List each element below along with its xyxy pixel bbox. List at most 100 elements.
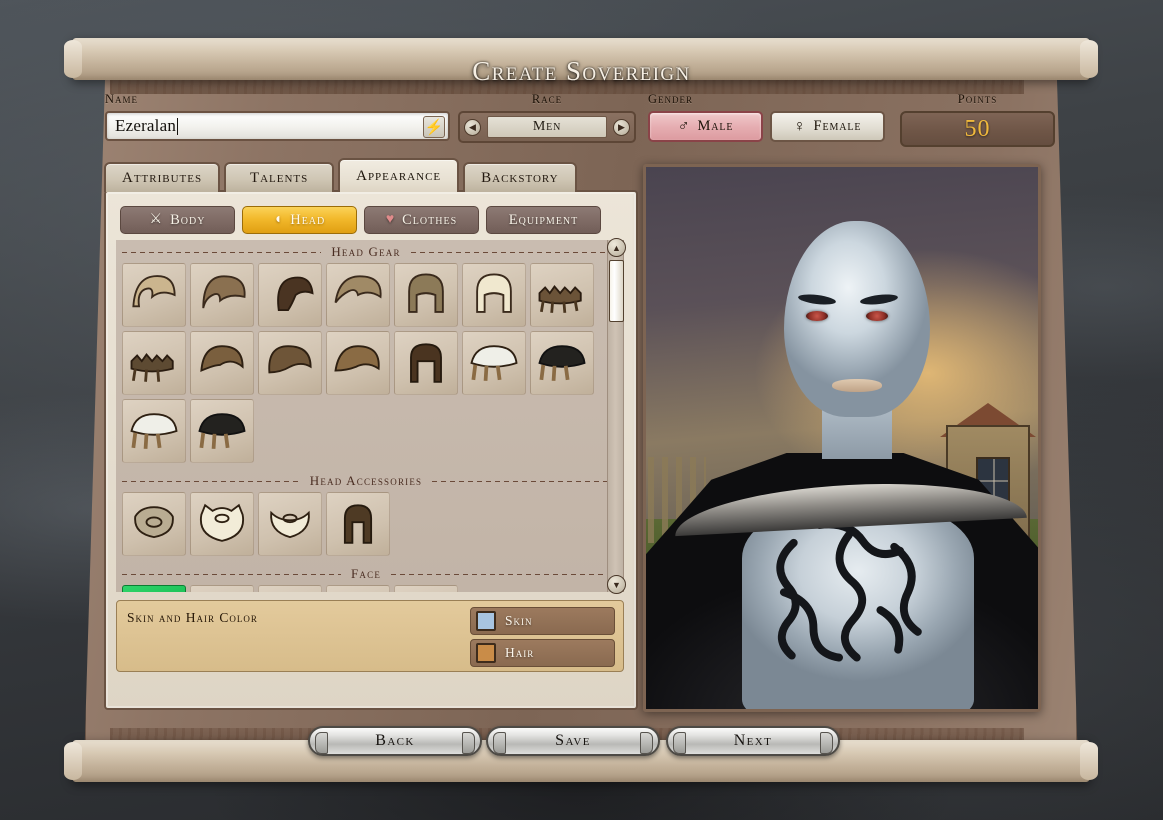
hair-style-16[interactable] — [190, 399, 254, 463]
scrollbar-thumb[interactable] — [609, 260, 624, 322]
hair-style-13[interactable] — [462, 331, 526, 395]
hair-style-5[interactable] — [394, 263, 458, 327]
page-title: Create Sovereign — [472, 56, 691, 86]
hair-color-swatch — [476, 643, 496, 663]
hair-style-8[interactable] — [122, 331, 186, 395]
chevron-right-icon[interactable]: ▶ — [613, 118, 630, 136]
hair-style-11[interactable] — [326, 331, 390, 395]
tab-talents[interactable]: Talents — [224, 162, 335, 192]
character-header-row: Name Ezeralan ⚡ Race ◀ Men ▶ Gender ♂ Ma… — [0, 92, 1163, 154]
race-field-group: Race ◀ Men ▶ — [458, 92, 636, 143]
main-tab-bar: Attributes Talents Appearance Backstory — [104, 158, 577, 192]
appearance-item-scroll-area[interactable]: Head Gear Head Accessories Face — [116, 240, 616, 592]
nose-style-5[interactable] — [394, 585, 458, 592]
hair-style-3[interactable] — [258, 263, 322, 327]
text-caret — [177, 117, 179, 135]
points-label: Points — [957, 92, 998, 106]
chevron-left-icon[interactable]: ◀ — [464, 118, 481, 136]
nose-style-2[interactable] — [190, 585, 254, 592]
hair-style-12[interactable] — [394, 331, 458, 395]
beard-style-4[interactable] — [326, 492, 390, 556]
helmet-icon: ◖ — [273, 212, 284, 227]
hair-style-10[interactable] — [258, 331, 322, 395]
points-field-group: Points 50 — [900, 92, 1055, 147]
skin-color-button[interactable]: Skin — [470, 607, 615, 635]
nose-style-1[interactable] — [122, 585, 186, 592]
portrait-torso — [742, 507, 974, 709]
subtab-equipment-label: Equipment — [508, 211, 579, 228]
appearance-panel: ⚔ Body ◖ Head ♥ Clothes Equipment Head G… — [104, 190, 638, 710]
hair-color-button[interactable]: Hair — [470, 639, 615, 667]
tab-backstory[interactable]: Backstory — [463, 162, 577, 192]
back-button[interactable]: Back — [308, 726, 482, 756]
nose-style-4[interactable] — [326, 585, 390, 592]
subtab-equipment[interactable]: Equipment — [486, 206, 601, 234]
venus-icon: ♀ — [793, 117, 807, 135]
footer-button-bar: Back Save Next — [0, 726, 1163, 766]
hair-style-4[interactable] — [326, 263, 390, 327]
section-rule-right — [410, 251, 611, 253]
section-title-head-gear: Head Gear — [331, 244, 401, 259]
gender-field-group: Gender ♂ Male ♀ Female — [648, 92, 888, 142]
skin-color-swatch — [476, 611, 496, 631]
beard-style-2[interactable] — [190, 492, 254, 556]
save-button[interactable]: Save — [486, 726, 660, 756]
subtab-head[interactable]: ◖ Head — [242, 206, 357, 234]
nose-style-3[interactable] — [258, 585, 322, 592]
head-gear-grid — [116, 263, 616, 469]
face-grid — [116, 585, 616, 592]
subtab-head-label: Head — [290, 211, 326, 228]
points-value: 50 — [900, 111, 1055, 147]
section-title-head-accessories: Head Accessories — [309, 473, 423, 488]
name-input-value: Ezeralan — [115, 116, 177, 135]
tab-appearance[interactable]: Appearance — [338, 158, 460, 192]
portrait-mouth — [832, 379, 882, 392]
hair-style-9[interactable] — [190, 331, 254, 395]
sword-icon: ⚔ — [149, 212, 164, 227]
randomize-icon[interactable]: ⚡ — [423, 116, 445, 138]
gender-label: Gender — [648, 92, 694, 106]
hair-style-6[interactable] — [462, 263, 526, 327]
tab-attributes[interactable]: Attributes — [104, 162, 221, 192]
skin-color-label: Skin — [505, 613, 533, 628]
scroll-up-icon[interactable]: ▲ — [607, 238, 626, 257]
hair-style-2[interactable] — [190, 263, 254, 327]
race-selector: ◀ Men ▶ — [458, 111, 636, 143]
subtab-body-label: Body — [170, 211, 206, 228]
mars-icon: ♂ — [677, 117, 691, 135]
scroll-down-icon[interactable]: ▼ — [607, 575, 626, 594]
section-header-head-accessories: Head Accessories — [116, 469, 616, 492]
name-field-group: Name Ezeralan ⚡ — [105, 92, 450, 141]
head-accessories-grid — [116, 492, 616, 562]
character-portrait[interactable] — [643, 164, 1041, 712]
gender-female-label: Female — [813, 118, 862, 134]
section-title-face: Face — [350, 566, 382, 581]
gender-female-button[interactable]: ♀ Female — [770, 111, 885, 142]
appearance-subtab-bar: ⚔ Body ◖ Head ♥ Clothes Equipment — [120, 206, 601, 234]
portrait-eye-right — [866, 311, 888, 321]
gender-male-label: Male — [697, 118, 734, 134]
hair-style-14[interactable] — [530, 331, 594, 395]
section-header-head-gear: Head Gear — [116, 240, 616, 263]
name-label: Name — [105, 92, 139, 106]
section-header-face: Face — [116, 562, 616, 585]
next-button[interactable]: Next — [666, 726, 840, 756]
hair-style-15[interactable] — [122, 399, 186, 463]
hair-style-1[interactable] — [122, 263, 186, 327]
color-panel-title: Skin and Hair Color — [127, 610, 258, 625]
gender-male-button[interactable]: ♂ Male — [648, 111, 763, 142]
beard-style-1[interactable] — [122, 492, 186, 556]
appearance-scrollbar[interactable]: ▲ ▼ — [607, 238, 626, 594]
subtab-body[interactable]: ⚔ Body — [120, 206, 235, 234]
hair-style-7[interactable] — [530, 263, 594, 327]
hair-color-label: Hair — [505, 645, 535, 660]
section-rule-right — [391, 573, 610, 575]
heart-icon: ♥ — [385, 212, 396, 227]
race-value[interactable]: Men — [487, 116, 607, 138]
portrait-eye-left — [806, 311, 828, 321]
color-panel: Skin and Hair Color Skin Hair — [116, 600, 624, 672]
subtab-clothes[interactable]: ♥ Clothes — [364, 206, 479, 234]
beard-style-3[interactable] — [258, 492, 322, 556]
race-label: Race — [531, 92, 563, 106]
name-input[interactable]: Ezeralan ⚡ — [105, 111, 450, 141]
